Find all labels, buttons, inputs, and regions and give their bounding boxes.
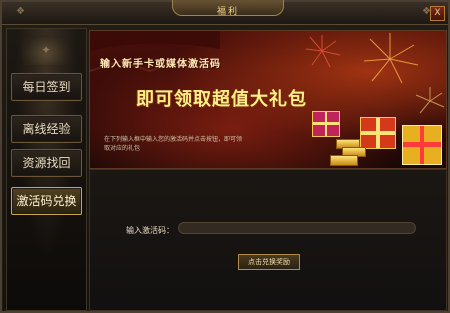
- gift-box-icon: [402, 125, 442, 165]
- code-label: 输入激活码：: [126, 226, 174, 235]
- title-bar: ❖ ❖ 福利 X: [2, 0, 448, 25]
- banner-main-text: 即可领取超值大礼包: [136, 89, 307, 110]
- welfare-window: ❖ ❖ 福利 X ✦ 每日签到 离线经验 资源找回 激活码兑换 输入新手卡或媒体…: [0, 0, 450, 313]
- sidebar-item-resource-recovery[interactable]: 资源找回: [11, 149, 82, 177]
- gold-ingot-icon: [330, 155, 358, 166]
- sidebar-item-code-redeem[interactable]: 激活码兑换: [11, 187, 82, 215]
- close-button[interactable]: X: [430, 6, 445, 21]
- activation-code-input[interactable]: [178, 222, 416, 234]
- redeem-button[interactable]: 点击兑换奖励: [238, 254, 300, 270]
- promo-banner: 输入新手卡或媒体激活码 即可领取超值大礼包 在下列输入框中输入您的激活码并点击按…: [89, 30, 447, 169]
- redeem-panel: 输入激活码： 点击兑换奖励: [89, 169, 447, 311]
- sidebar-item-daily-checkin[interactable]: 每日签到: [11, 73, 82, 101]
- banner-description: 在下列输入框中输入您的激活码并点击按钮，即可领取对应的礼包: [104, 136, 243, 152]
- title-plaque: 福利: [172, 0, 284, 17]
- gift-box-icon: [312, 111, 340, 137]
- banner-headline: 输入新手卡或媒体激活码: [100, 59, 221, 70]
- sidebar: ✦ 每日签到 离线经验 资源找回 激活码兑换: [6, 28, 87, 311]
- gift-box-icon: [360, 117, 396, 149]
- sidebar-emblem-icon: ✦: [17, 35, 75, 65]
- sidebar-item-offline-exp[interactable]: 离线经验: [11, 115, 82, 143]
- window-title: 福利: [216, 7, 239, 17]
- left-ornament-icon: ❖: [16, 6, 25, 17]
